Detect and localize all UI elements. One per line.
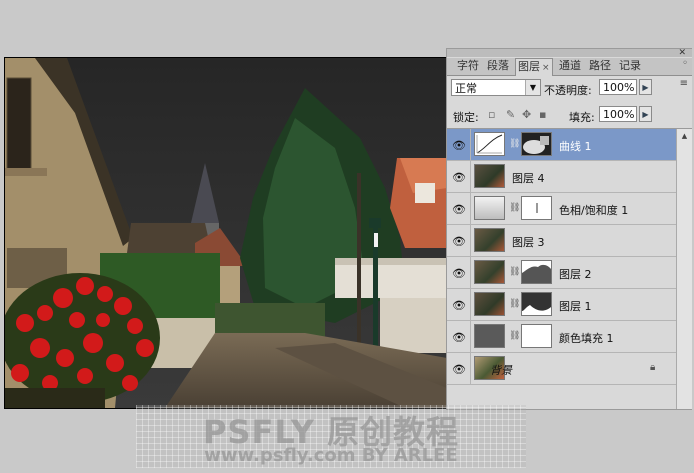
tab-character[interactable]: 字符	[455, 58, 481, 74]
layer-name[interactable]: 图层 1	[559, 298, 592, 314]
tab-channels[interactable]: 通道	[557, 58, 583, 74]
eye-icon[interactable]: 👁	[452, 267, 466, 280]
eye-icon[interactable]: 👁	[452, 203, 466, 216]
tab-paths[interactable]: 路径	[587, 58, 613, 74]
lock-all-icon[interactable]: ▪	[539, 109, 550, 120]
layer-name[interactable]: 曲线 1	[559, 138, 592, 154]
watermark: PSFLY 原创教程 www.psfly.com BY ARLEE	[136, 405, 526, 468]
opacity-input[interactable]: 100%	[599, 79, 637, 95]
layer-mask-thumbnail[interactable]	[521, 292, 552, 316]
layer-row-layer-1[interactable]: 👁 ⛓ 图层 1	[447, 289, 676, 321]
eye-icon[interactable]: 👁	[452, 139, 466, 152]
lock-position-icon[interactable]: ✥	[522, 109, 533, 120]
layer-name[interactable]: 色相/饱和度 1	[559, 202, 628, 218]
blend-row: 正常 ▼ 不透明度: 100% ▶	[447, 76, 692, 100]
curves-adjustment-icon	[474, 132, 505, 156]
fill-label: 填充:	[569, 111, 595, 124]
eye-icon[interactable]: 👁	[452, 363, 466, 376]
opacity-slider-icon[interactable]: ▶	[639, 79, 652, 95]
layer-row-layer-4[interactable]: 👁 图层 4	[447, 161, 676, 193]
panel-title-bar[interactable]: ✕	[447, 48, 692, 58]
layer-mask-thumbnail[interactable]	[521, 196, 552, 220]
layer-thumbnail	[474, 260, 505, 284]
opacity-label: 不透明度:	[544, 84, 592, 97]
layer-row-hue-saturation-1[interactable]: 👁 ⛓ 色相/饱和度 1	[447, 193, 676, 225]
layer-mask-thumbnail[interactable]	[521, 132, 552, 156]
layer-row-color-fill-1[interactable]: 👁 ⛓ 颜色填充 1	[447, 321, 676, 353]
link-icon[interactable]: ⛓	[509, 331, 520, 341]
layer-name[interactable]: 图层 4	[512, 170, 545, 186]
scroll-up-icon[interactable]: ▲	[677, 129, 692, 143]
blend-mode-select[interactable]: 正常 ▼	[451, 79, 541, 96]
link-icon[interactable]: ⛓	[509, 267, 520, 277]
lock-label: 锁定:	[453, 111, 479, 124]
layer-name[interactable]: 颜色填充 1	[559, 330, 614, 346]
layer-name[interactable]: 图层 2	[559, 266, 592, 282]
tab-paragraph[interactable]: 段落	[485, 58, 511, 74]
panel-tabs: 字符 段落 图层 × 通道 路径 记录 ◦	[447, 58, 692, 76]
watermark-url: www.psfly.com BY ARLEE	[204, 445, 458, 466]
layers-panel: ✕ 字符 段落 图层 × 通道 路径 记录 ◦ ≡ 正常 ▼ 不透明度: 100%…	[446, 48, 692, 410]
fill-input[interactable]: 100%	[599, 106, 637, 122]
tab-close-icon[interactable]: ×	[542, 63, 550, 73]
link-icon[interactable]: ⛓	[509, 203, 520, 213]
layer-row-background[interactable]: 👁 背景 🔒︎	[447, 353, 676, 385]
lock-row: 锁定: ▫ ✎ ✥ ▪ 填充: 100% ▶	[447, 103, 692, 127]
layer-thumbnail	[474, 228, 505, 252]
layers-list: 👁 ⛓ 曲线 1 👁 图层 4 👁 ⛓ 色相/饱和度 1 👁 图层 3 👁 ⛓ …	[447, 128, 692, 409]
visibility-toggle[interactable]: 👁	[447, 193, 471, 224]
layer-row-layer-3[interactable]: 👁 图层 3	[447, 225, 676, 257]
eye-icon[interactable]: 👁	[452, 171, 466, 184]
visibility-toggle[interactable]: 👁	[447, 353, 471, 384]
visibility-toggle[interactable]: 👁	[447, 129, 471, 160]
lock-icon: 🔒︎	[650, 362, 656, 373]
link-icon[interactable]: ⛓	[509, 139, 520, 149]
visibility-toggle[interactable]: 👁	[447, 225, 471, 256]
layer-mask-thumbnail[interactable]	[521, 324, 552, 348]
layer-thumbnail	[474, 292, 505, 316]
eye-icon[interactable]: 👁	[452, 331, 466, 344]
lock-image-icon[interactable]: ✎	[506, 109, 517, 120]
panel-options-icon[interactable]: ◦	[682, 58, 688, 69]
street-photo	[5, 58, 447, 408]
visibility-toggle[interactable]: 👁	[447, 161, 471, 192]
tab-history[interactable]: 记录	[617, 58, 643, 74]
eye-icon[interactable]: 👁	[452, 235, 466, 248]
layer-name[interactable]: 图层 3	[512, 234, 545, 250]
document-canvas[interactable]	[4, 57, 448, 409]
visibility-toggle[interactable]: 👁	[447, 321, 471, 352]
tab-layers-label: 图层	[518, 60, 540, 73]
link-icon[interactable]: ⛓	[509, 299, 520, 309]
visibility-toggle[interactable]: 👁	[447, 257, 471, 288]
hue-saturation-adjustment-icon	[474, 196, 505, 220]
fill-slider-icon[interactable]: ▶	[639, 106, 652, 122]
chevron-down-icon[interactable]: ▼	[525, 80, 540, 95]
panel-close-icon[interactable]: ✕	[678, 48, 686, 58]
visibility-toggle[interactable]: 👁	[447, 289, 471, 320]
layer-thumbnail	[474, 164, 505, 188]
color-fill-thumbnail	[474, 324, 505, 348]
blend-mode-value: 正常	[455, 82, 477, 95]
eye-icon[interactable]: 👁	[452, 299, 466, 312]
layer-row-curves-1[interactable]: 👁 ⛓ 曲线 1	[447, 129, 676, 161]
layers-scrollbar[interactable]: ▲	[676, 129, 692, 409]
lock-transparent-icon[interactable]: ▫	[488, 109, 499, 120]
layer-name[interactable]: 背景	[490, 362, 512, 378]
tab-layers[interactable]: 图层 ×	[515, 58, 553, 76]
layer-mask-thumbnail[interactable]	[521, 260, 552, 284]
layer-row-layer-2[interactable]: 👁 ⛓ 图层 2	[447, 257, 676, 289]
